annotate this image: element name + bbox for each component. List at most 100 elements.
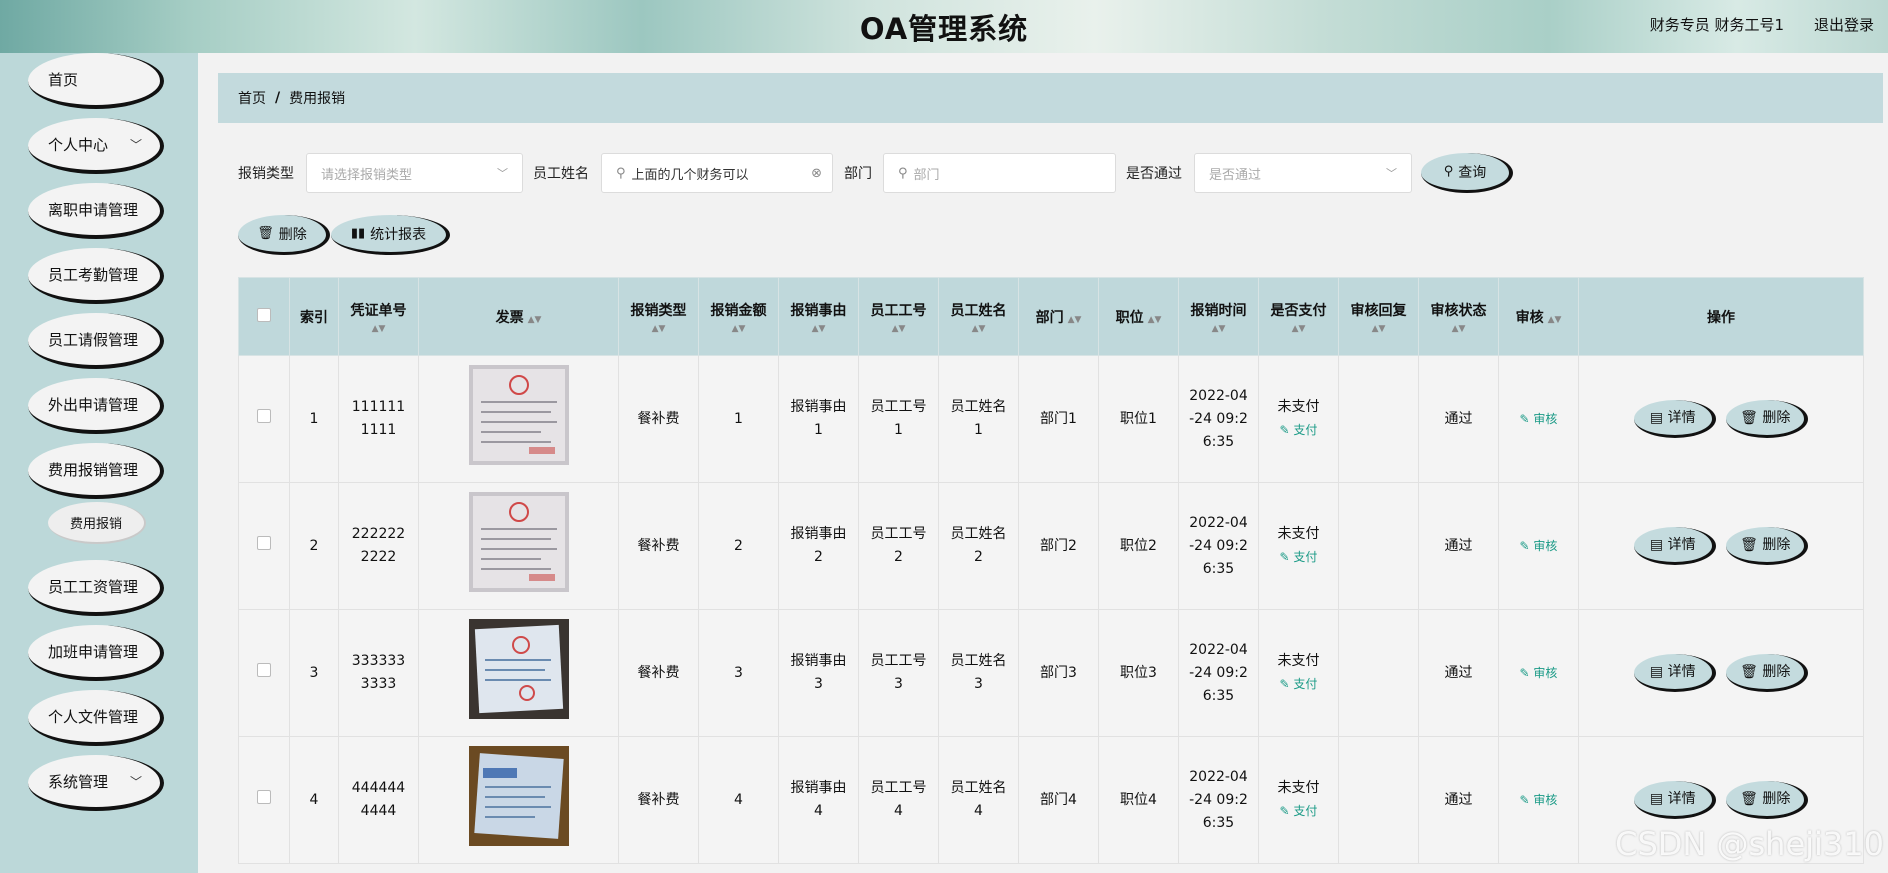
detail-button[interactable]: ▤ 详情 xyxy=(1633,400,1716,438)
detail-button[interactable]: ▤ 详情 xyxy=(1633,654,1716,692)
invoice-image[interactable] xyxy=(468,492,569,592)
sidebar-item-overtime[interactable]: 加班申请管理 xyxy=(28,625,164,681)
row-paid: 未支付 xyxy=(1277,780,1320,796)
sidebar-item-files[interactable]: 个人文件管理 xyxy=(28,690,164,746)
col-reply[interactable]: 审核回复 ▲▼ xyxy=(1338,277,1419,356)
col-amount[interactable]: 报销金额 ▲▼ xyxy=(698,277,779,356)
sort-icon[interactable]: ▲▼ xyxy=(939,324,1018,334)
row-invoice-cell xyxy=(418,609,619,737)
sort-icon[interactable]: ▲▼ xyxy=(1179,324,1258,334)
sort-icon[interactable]: ▲▼ xyxy=(1148,315,1162,325)
col-type[interactable]: 报销类型 ▲▼ xyxy=(618,277,699,356)
sidebar-item-personal-center[interactable]: 个人中心 ﹀ xyxy=(28,118,164,174)
sort-icon[interactable]: ▲▼ xyxy=(1259,324,1338,334)
detail-button[interactable]: ▤ 详情 xyxy=(1633,781,1716,819)
col-position[interactable]: 职位 ▲▼ xyxy=(1098,277,1179,356)
sidebar-item-leave[interactable]: 员工请假管理 xyxy=(28,313,164,369)
audit-link[interactable]: ✎ 审核 xyxy=(1520,539,1558,553)
sidebar-item-attendance[interactable]: 员工考勤管理 xyxy=(28,248,164,304)
row-checkbox[interactable] xyxy=(257,789,271,804)
sidebar-item-outing[interactable]: 外出申请管理 xyxy=(28,378,164,434)
sort-icon[interactable]: ▲▼ xyxy=(1339,324,1418,334)
delete-button[interactable]: 🗑 删除 xyxy=(1726,400,1809,438)
clear-icon[interactable]: ⊗ xyxy=(811,166,822,181)
row-checkbox[interactable] xyxy=(257,535,271,550)
type-select[interactable]: 请选择报销类型 ﹀ xyxy=(306,153,523,193)
edit-icon: ✎ xyxy=(1519,411,1534,426)
invoice-image[interactable] xyxy=(468,746,569,846)
col-paid[interactable]: 是否支付 ▲▼ xyxy=(1258,277,1339,356)
sort-icon[interactable]: ▲▼ xyxy=(528,315,542,325)
logout-link[interactable]: 退出登录 xyxy=(1814,14,1874,35)
row-amount: 3 xyxy=(698,609,779,737)
trash-icon: 🗑 xyxy=(1740,537,1763,553)
sort-icon[interactable]: ▲▼ xyxy=(339,324,418,334)
invoice-image[interactable] xyxy=(468,619,569,719)
invoice-image[interactable] xyxy=(468,365,569,465)
row-status: 通过 xyxy=(1418,482,1499,610)
sort-icon[interactable]: ▲▼ xyxy=(1068,315,1082,325)
sidebar-item-system[interactable]: 系统管理 ﹀ xyxy=(28,755,164,811)
col-status[interactable]: 审核状态 ▲▼ xyxy=(1418,277,1499,356)
audit-link[interactable]: ✎ 审核 xyxy=(1520,793,1558,807)
audit-link[interactable]: ✎ 审核 xyxy=(1520,412,1558,426)
row-paid: 未支付 xyxy=(1277,526,1320,542)
pay-link[interactable]: ✎ 支付 xyxy=(1259,673,1338,696)
batch-delete-button[interactable]: 🗑 删除 xyxy=(238,215,330,255)
edit-icon: ✎ xyxy=(1279,804,1294,818)
col-time[interactable]: 报销时间 ▲▼ xyxy=(1178,277,1259,356)
breadcrumb-home[interactable]: 首页 xyxy=(238,88,266,108)
report-button[interactable]: ▮▮ 统计报表 xyxy=(331,215,450,255)
col-actions: 操作 xyxy=(1578,277,1864,356)
row-checkbox[interactable] xyxy=(257,662,271,677)
audit-link[interactable]: ✎ 审核 xyxy=(1520,666,1558,680)
sidebar-subitem-expense-reimburse[interactable]: 费用报销 xyxy=(48,502,146,544)
row-reply xyxy=(1338,482,1419,610)
row-index: 2 xyxy=(289,482,339,610)
sidebar-item-resignation[interactable]: 离职申请管理 xyxy=(28,183,164,239)
row-status: 通过 xyxy=(1418,355,1499,483)
pay-link[interactable]: ✎ 支付 xyxy=(1259,546,1338,569)
sort-icon[interactable]: ▲▼ xyxy=(699,324,778,334)
detail-button[interactable]: ▤ 详情 xyxy=(1633,527,1716,565)
pass-select[interactable]: 是否通过 ﹀ xyxy=(1194,153,1412,193)
row-amount: 4 xyxy=(698,736,779,864)
col-emp-name[interactable]: 员工姓名 ▲▼ xyxy=(938,277,1019,356)
edit-icon: ✎ xyxy=(1279,550,1294,564)
trash-icon: 🗑 xyxy=(1740,410,1763,426)
col-emp-no[interactable]: 员工工号 ▲▼ xyxy=(858,277,939,356)
row-paid: 未支付 xyxy=(1277,653,1320,669)
sort-icon[interactable]: ▲▼ xyxy=(779,324,858,334)
pay-link[interactable]: ✎ 支付 xyxy=(1259,800,1338,823)
select-all-checkbox[interactable] xyxy=(257,307,271,322)
col-audit[interactable]: 审核 ▲▼ xyxy=(1498,277,1579,356)
row-audit-cell: ✎ 审核 xyxy=(1498,736,1579,864)
sort-icon[interactable]: ▲▼ xyxy=(619,324,698,334)
sidebar-item-expense[interactable]: 费用报销管理 xyxy=(28,443,164,499)
col-dept[interactable]: 部门 ▲▼ xyxy=(1018,277,1099,356)
query-button[interactable]: ⚲ 查询 xyxy=(1421,153,1513,193)
row-amount: 2 xyxy=(698,482,779,610)
row-select-cell xyxy=(238,609,290,737)
sort-icon[interactable]: ▲▼ xyxy=(1548,315,1562,325)
edit-icon: ✎ xyxy=(1519,792,1534,807)
name-search-input[interactable]: ⚲ 上面的几个财务可以 ⊗ xyxy=(601,153,833,193)
delete-button[interactable]: 🗑 删除 xyxy=(1726,781,1809,819)
delete-button[interactable]: 🗑 删除 xyxy=(1726,654,1809,692)
detail-button-label: 详情 xyxy=(1667,410,1696,426)
type-select-placeholder: 请选择报销类型 xyxy=(321,167,413,183)
sort-icon[interactable]: ▲▼ xyxy=(859,324,938,334)
col-reason[interactable]: 报销事由 ▲▼ xyxy=(778,277,859,356)
row-checkbox[interactable] xyxy=(257,408,271,423)
sidebar-item-home[interactable]: 首页 xyxy=(28,53,164,109)
sort-icon[interactable]: ▲▼ xyxy=(1419,324,1498,334)
sidebar-item-label: 外出申请管理 xyxy=(48,395,139,414)
sidebar-item-salary[interactable]: 员工工资管理 xyxy=(28,560,164,616)
pay-link[interactable]: ✎ 支付 xyxy=(1259,419,1338,442)
col-invoice[interactable]: 发票 ▲▼ xyxy=(418,277,619,356)
delete-button[interactable]: 🗑 删除 xyxy=(1726,527,1809,565)
row-emp-name: 员工姓名3 xyxy=(938,609,1019,737)
col-voucher[interactable]: 凭证单号 ▲▼ xyxy=(338,277,419,356)
dept-input[interactable]: ⚲ 部门 xyxy=(883,153,1116,193)
breadcrumb-separator: / xyxy=(275,90,281,106)
